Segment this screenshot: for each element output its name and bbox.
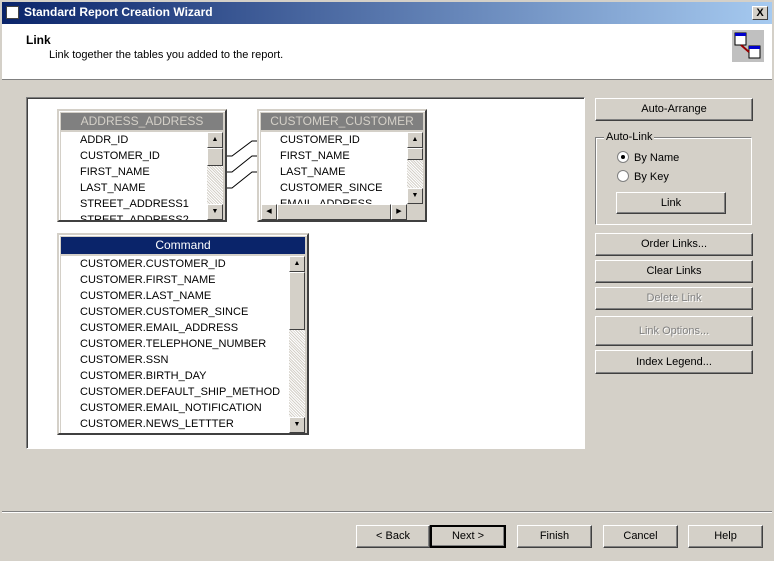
field-row[interactable]: CUSTOMER.BIRTH_DAY [61,368,289,384]
link-tables-icon [732,30,764,62]
auto-arrange-button[interactable]: Auto-Arrange [595,98,753,121]
field-row[interactable]: ADDR_ID [61,132,207,148]
scroll-up-arrow[interactable]: ▲ [207,132,223,148]
scroll-right-arrow[interactable]: ▶ [391,204,407,220]
table-command[interactable]: Command CUSTOMER.CUSTOMER_ID CUSTOMER.FIR… [57,233,309,435]
scroll-up-arrow[interactable]: ▲ [289,256,305,272]
link-button[interactable]: Link [616,192,726,214]
close-button[interactable]: X [752,6,768,20]
field-row[interactable]: CUSTOMER_ID [261,132,407,148]
page-title: Link [26,33,51,47]
field-row[interactable]: FIRST_NAME [261,148,407,164]
scroll-down-arrow[interactable]: ▼ [407,188,423,204]
by-name-label: By Name [634,152,680,164]
scroll-left-arrow[interactable]: ◀ [261,204,277,220]
link-options-button: Link Options... [595,316,753,346]
link-line[interactable] [227,155,259,173]
field-row[interactable]: CUSTOMER_ID [61,148,207,164]
help-button[interactable]: Help [688,525,763,548]
field-row[interactable]: CUSTOMER.SSN [61,352,289,368]
scroll-thumb[interactable] [289,272,305,330]
table-title[interactable]: Command [61,237,305,254]
vertical-scrollbar[interactable]: ▲ ▼ [407,132,423,204]
back-button[interactable]: < Back [356,525,430,548]
finish-button[interactable]: Finish [517,525,592,548]
link-line[interactable] [227,140,259,157]
scroll-up-arrow[interactable]: ▲ [407,132,423,148]
scroll-down-arrow[interactable]: ▼ [289,417,305,433]
field-row[interactable]: CUSTOMER.NEWS_LETTTER [61,416,289,432]
vertical-scrollbar[interactable]: ▲ ▼ [289,256,305,433]
table-address[interactable]: ADDRESS_ADDRESS ADDR_ID CUSTOMER_ID FIRST_… [57,109,227,222]
scroll-thumb[interactable] [207,148,223,166]
order-links-button[interactable]: Order Links... [595,233,753,256]
auto-link-label: Auto-Link [604,131,655,143]
field-row[interactable]: LAST_NAME [61,180,207,196]
title-bar: Standard Report Creation Wizard X [0,0,774,24]
by-key-radio[interactable]: By Key [617,170,669,183]
table-title[interactable]: ADDRESS_ADDRESS [61,113,223,130]
horizontal-scrollbar[interactable]: ◀ ▶ [261,204,407,220]
field-row[interactable]: CUSTOMER_SINCE [261,180,407,196]
by-name-radio[interactable]: By Name [617,151,679,164]
vertical-scrollbar[interactable]: ▲ ▼ [207,132,223,220]
wizard-header: Link Link together the tables you added … [2,24,772,80]
field-row[interactable]: STREET_ADDRESS2 [61,212,207,220]
field-row[interactable]: CUSTOMER.TELEPHONE_NUMBER [61,336,289,352]
field-row[interactable]: LAST_NAME [261,164,407,180]
field-row[interactable]: CUSTOMER.DEFAULT_SHIP_METHOD [61,384,289,400]
link-line[interactable] [227,171,259,189]
scroll-thumb[interactable] [407,148,423,160]
field-row[interactable]: FIRST_NAME [61,164,207,180]
app-icon [6,6,19,19]
delete-link-button: Delete Link [595,287,753,310]
page-subtitle: Link together the tables you added to th… [49,49,284,61]
footer-divider [2,511,772,513]
scroll-down-arrow[interactable]: ▼ [207,204,223,220]
field-row[interactable]: EMAIL_ADDRESS [261,196,407,204]
field-row[interactable]: CUSTOMER.FIRST_NAME [61,272,289,288]
by-key-label: By Key [634,171,669,183]
radio-icon [617,170,629,182]
field-row[interactable]: STREET_ADDRESS1 [61,196,207,212]
radio-selected-icon [617,151,629,163]
index-legend-button[interactable]: Index Legend... [595,350,753,374]
window-title: Standard Report Creation Wizard [24,5,213,19]
table-customer[interactable]: CUSTOMER_CUSTOMER CUSTOMER_ID FIRST_NAME L… [257,109,427,222]
table-title[interactable]: CUSTOMER_CUSTOMER [261,113,423,130]
scroll-thumb[interactable] [277,204,391,220]
next-button[interactable]: Next > [430,525,506,548]
field-row[interactable]: CUSTOMER.LAST_NAME [61,288,289,304]
field-row[interactable]: CUSTOMER.EMAIL_ADDRESS [61,320,289,336]
clear-links-button[interactable]: Clear Links [595,260,753,283]
field-row[interactable]: CUSTOMER.EMAIL_NOTIFICATION [61,400,289,416]
cancel-button[interactable]: Cancel [603,525,678,548]
field-row[interactable]: CUSTOMER.CUSTOMER_SINCE [61,304,289,320]
field-row[interactable]: CUSTOMER.CUSTOMER_ID [61,256,289,272]
